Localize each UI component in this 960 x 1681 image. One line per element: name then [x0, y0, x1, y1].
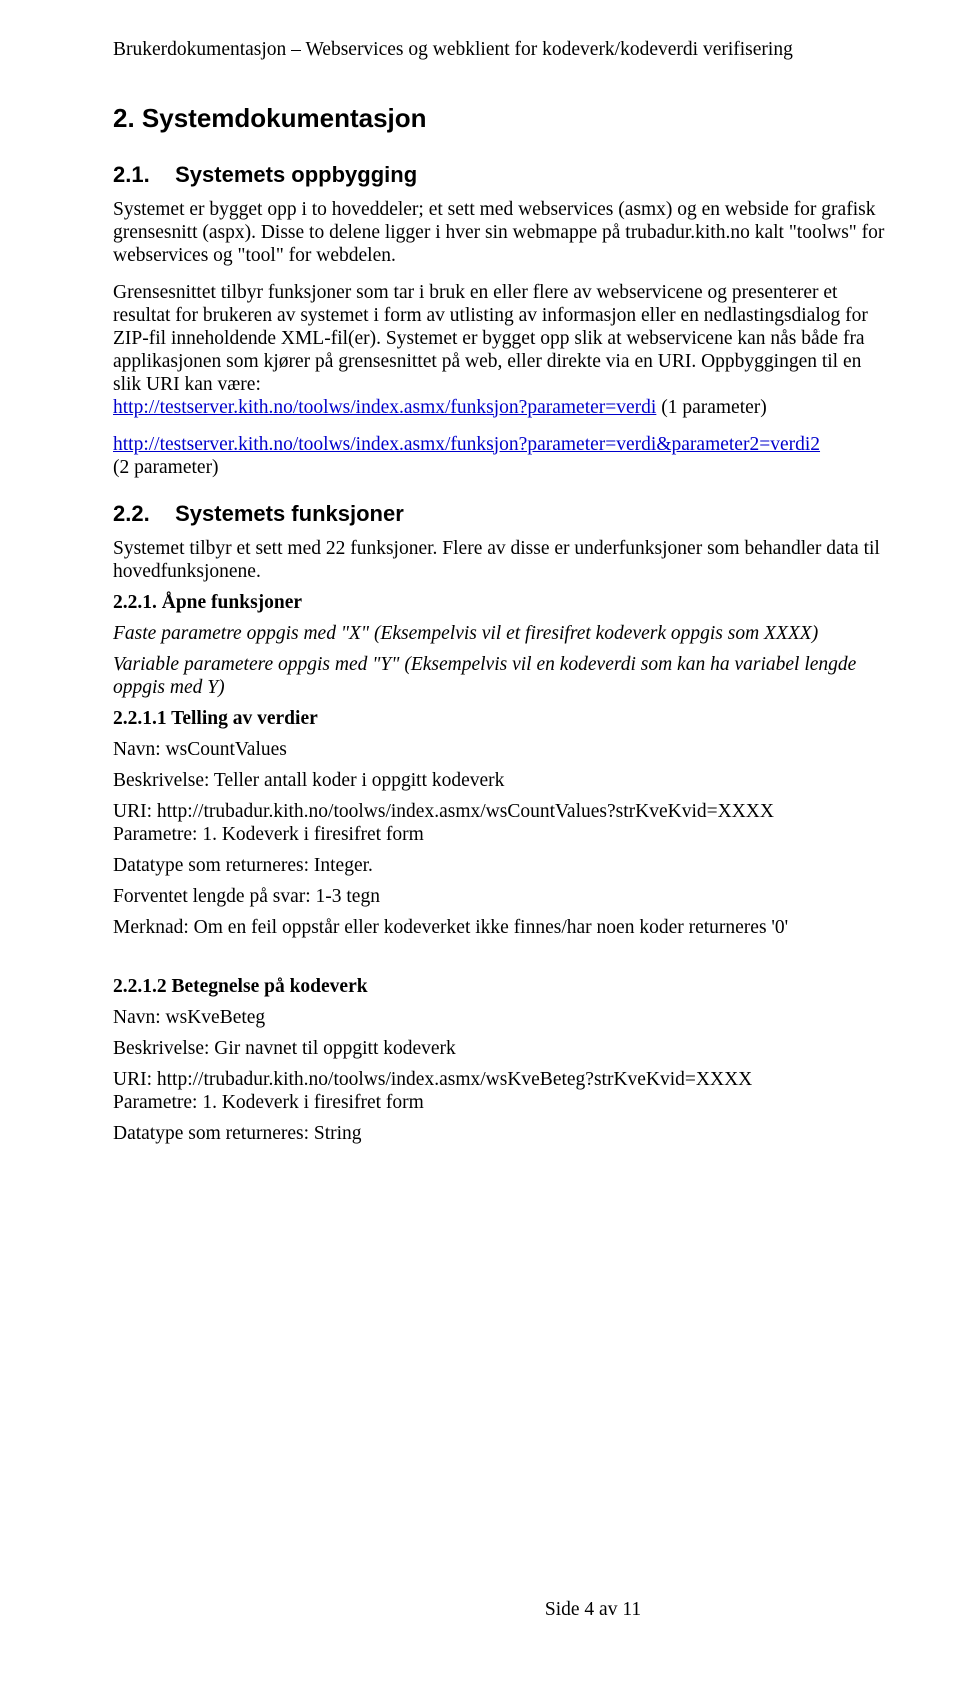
field-parameters: Parametre: 1. Kodeverk i firesifret form	[113, 1091, 890, 1114]
field-uri: URI: http://trubadur.kith.no/toolws/inde…	[113, 1068, 890, 1091]
field-description: Beskrivelse: Gir navnet til oppgitt kode…	[113, 1037, 890, 1060]
heading-2-2-1-2: 2.2.1.2 Betegnelse på kodeverk	[113, 975, 890, 998]
field-note: Merknad: Om en feil oppstår eller kodeve…	[113, 916, 890, 939]
paragraph-italic: Variable parametere oppgis med "Y" (Ekse…	[113, 653, 890, 699]
uri-link-2[interactable]: http://testserver.kith.no/toolws/index.a…	[113, 434, 820, 455]
heading-2-2-1-1: 2.2.1.1 Telling av verdier	[113, 707, 890, 730]
heading-h1: 2. Systemdokumentasjon	[113, 103, 890, 134]
field-uri: URI: http://trubadur.kith.no/toolws/inde…	[113, 800, 890, 823]
paragraph-italic: Faste parametre oppgis med "X" (Eksempel…	[113, 622, 890, 645]
heading-2-2-1: 2.2.1. Åpne funksjoner	[113, 591, 890, 614]
heading-2-1: 2.1. Systemets oppbygging	[113, 162, 890, 188]
heading-2-2: 2.2. Systemets funksjoner	[113, 501, 890, 527]
page-header: Brukerdokumentasjon – Webservices og web…	[113, 38, 890, 61]
field-name: Navn: wsKveBeteg	[113, 1006, 890, 1029]
paragraph: Systemet er bygget opp i to hoveddeler; …	[113, 198, 890, 267]
field-datatype: Datatype som returneres: Integer.	[113, 854, 890, 877]
field-parameters: Parametre: 1. Kodeverk i firesifret form	[113, 823, 890, 846]
field-name: Navn: wsCountValues	[113, 738, 890, 761]
paragraph: Grensesnittet tilbyr funksjoner som tar …	[113, 281, 890, 419]
heading-number: 2.2.	[113, 501, 169, 527]
text-segment: (1 parameter)	[656, 397, 766, 418]
paragraph: Systemet tilbyr et sett med 22 funksjone…	[113, 537, 890, 583]
page-footer: Side 4 av 11	[113, 1598, 960, 1621]
heading-number: 2.1.	[113, 162, 169, 188]
field-datatype: Datatype som returneres: String	[113, 1122, 890, 1145]
text-segment: Grensesnittet tilbyr funksjoner som tar …	[113, 282, 868, 395]
text-segment: (2 parameter)	[113, 457, 219, 478]
field-description: Beskrivelse: Teller antall koder i oppgi…	[113, 769, 890, 792]
field-length: Forventet lengde på svar: 1-3 tegn	[113, 885, 890, 908]
paragraph: http://testserver.kith.no/toolws/index.a…	[113, 433, 890, 479]
uri-link-1[interactable]: http://testserver.kith.no/toolws/index.a…	[113, 397, 656, 418]
heading-text: Systemets funksjoner	[175, 501, 404, 526]
heading-text: Systemets oppbygging	[175, 162, 417, 187]
